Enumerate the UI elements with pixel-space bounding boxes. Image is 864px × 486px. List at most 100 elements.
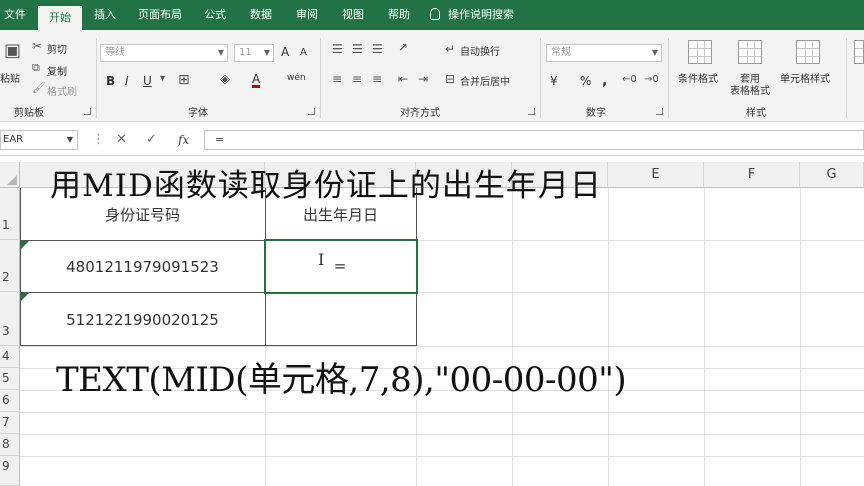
fill-color-icon[interactable]: ◈ (220, 72, 230, 87)
error-indicator-icon[interactable] (21, 241, 29, 249)
align-middle-icon[interactable]: ☰ (352, 42, 363, 56)
ribbon-separator (540, 38, 541, 118)
row-header-6[interactable]: 6 (0, 390, 20, 412)
gridline (20, 456, 864, 457)
bold-button[interactable]: B (106, 74, 115, 88)
tab-insert[interactable]: 插入 (88, 0, 122, 30)
ribbon-separator (668, 38, 669, 118)
tell-me-search[interactable]: 操作说明搜索 (430, 0, 514, 30)
ribbon-separator (96, 38, 97, 118)
column-header-f[interactable]: F (704, 162, 800, 188)
excel-window: 文件 开始 插入 页面布局 公式 数据 审阅 视图 帮助 操作说明搜索 ▣ 粘贴… (0, 0, 864, 486)
format-as-table-icon[interactable] (738, 40, 762, 64)
alignment-launcher-icon[interactable] (528, 108, 535, 115)
name-box[interactable]: EAR ▼ (0, 130, 78, 150)
tab-help[interactable]: 帮助 (382, 0, 416, 30)
orientation-icon[interactable]: ↗ (398, 40, 408, 54)
paste-button[interactable]: 粘贴 (0, 70, 20, 85)
increase-decimal-icon[interactable]: ←0 (622, 74, 637, 85)
decrease-decimal-icon[interactable]: →0 (644, 74, 659, 85)
number-launcher-icon[interactable] (656, 108, 663, 115)
tell-me-label: 操作说明搜索 (448, 8, 514, 21)
phonetic-button[interactable]: wén (287, 73, 306, 83)
decrease-font-button[interactable]: A (300, 47, 307, 58)
borders-icon[interactable]: ⊞ (178, 72, 190, 88)
column-header-g[interactable]: G (800, 162, 864, 188)
decrease-indent-icon[interactable]: ⇤ (398, 72, 408, 86)
confirm-icon[interactable]: ✓ (146, 130, 157, 150)
currency-button[interactable]: ¥ (550, 74, 558, 88)
align-top-icon[interactable]: ☰ (332, 42, 343, 56)
tab-view[interactable]: 视图 (336, 0, 370, 30)
paste-icon[interactable]: ▣ (4, 40, 21, 61)
select-all-corner[interactable] (0, 162, 20, 188)
wrap-text-button[interactable]: 自动换行 (460, 43, 500, 58)
formula-bar: EAR ▼ ⋮ ✕ ✓ fx = (0, 124, 864, 156)
alignment-group-label: 对齐方式 (400, 108, 440, 119)
format-as-table-label-2[interactable]: 表格格式 (730, 82, 770, 97)
percent-button[interactable]: % (580, 74, 591, 88)
font-size-select[interactable]: 11 ▼ (234, 44, 274, 62)
conditional-format-button[interactable]: 条件格式 (678, 70, 718, 85)
gridline (800, 188, 801, 486)
increase-font-button[interactable]: A (281, 45, 289, 59)
number-format-select[interactable]: 常规 ▼ (546, 44, 662, 62)
merge-center-button[interactable]: 合并后居中 (460, 73, 510, 88)
comma-button[interactable]: , (602, 73, 607, 89)
row-header-3[interactable]: 3 (0, 292, 20, 346)
tab-file[interactable]: 文件 (0, 0, 30, 30)
insert-cells-icon[interactable] (854, 40, 864, 64)
column-header-e[interactable]: E (608, 162, 704, 188)
italic-button[interactable]: I (125, 74, 129, 88)
ribbon-tab-bar: 文件 开始 插入 页面布局 公式 数据 审阅 视图 帮助 操作说明搜索 (0, 0, 864, 30)
format-painter-button[interactable]: 格式刷 (47, 83, 77, 98)
font-launcher-icon[interactable] (308, 108, 315, 115)
gridline (20, 412, 864, 413)
font-name-value: 等线 (105, 47, 125, 58)
tab-review[interactable]: 审阅 (290, 0, 324, 30)
copy-button[interactable]: 复制 (47, 63, 67, 78)
font-color-button[interactable]: A (252, 73, 261, 88)
row-header-4[interactable]: 4 (0, 346, 20, 368)
font-group-label: 字体 (188, 108, 208, 119)
row-header-8[interactable]: 8 (0, 434, 20, 456)
clipboard-launcher-icon[interactable] (84, 108, 91, 115)
table-border (20, 188, 21, 346)
tab-formulas[interactable]: 公式 (198, 0, 232, 30)
row-header-9[interactable]: 9 (0, 456, 20, 486)
align-right-icon[interactable]: ≡ (372, 72, 382, 86)
name-box-value: EAR (3, 134, 24, 145)
cut-button[interactable]: 剪切 (47, 41, 67, 56)
insert-function-button[interactable]: fx (178, 130, 189, 150)
row-header-2[interactable]: 2 (0, 240, 20, 292)
chevron-down-icon[interactable]: ▾ (160, 73, 165, 84)
tab-home[interactable]: 开始 (38, 6, 82, 30)
align-center-icon[interactable]: ≡ (352, 72, 362, 86)
conditional-format-icon[interactable] (688, 40, 712, 64)
font-name-select[interactable]: 等线 ▼ (100, 44, 228, 62)
row-header-7[interactable]: 7 (0, 412, 20, 434)
tab-page-layout[interactable]: 页面布局 (132, 0, 188, 30)
cell-a2[interactable]: 4801211979091523 (21, 246, 264, 288)
formula-input[interactable]: = (204, 130, 864, 150)
cell-styles-icon[interactable] (796, 40, 820, 64)
underline-button[interactable]: U (143, 74, 152, 88)
tab-data[interactable]: 数据 (244, 0, 278, 30)
chevron-down-icon: ▼ (651, 48, 658, 57)
row-header-1[interactable]: 1 (0, 188, 20, 240)
table-border (20, 345, 417, 346)
cell-styles-button[interactable]: 单元格样式 (780, 70, 830, 85)
ribbon-home: ▣ 粘贴 ✂ 剪切 ⧉ 复制 🖌 格式刷 剪贴板 等线 ▼ 11 ▼ A A B I… (0, 30, 864, 122)
row-header-5[interactable]: 5 (0, 368, 20, 390)
align-left-icon[interactable]: ≡ (332, 72, 342, 86)
merge-icon: ⊟ (445, 72, 456, 86)
gridline (608, 188, 609, 486)
cell-b2-editing[interactable]: = (330, 256, 350, 276)
cancel-icon[interactable]: ✕ (116, 130, 127, 150)
align-bottom-icon[interactable]: ☰ (372, 42, 383, 56)
error-indicator-icon[interactable] (21, 293, 29, 301)
cut-icon: ✂ (32, 39, 43, 53)
increase-indent-icon[interactable]: ⇥ (418, 72, 428, 86)
cell-a3[interactable]: 5121221990020125 (21, 298, 264, 342)
gridline (20, 434, 864, 435)
